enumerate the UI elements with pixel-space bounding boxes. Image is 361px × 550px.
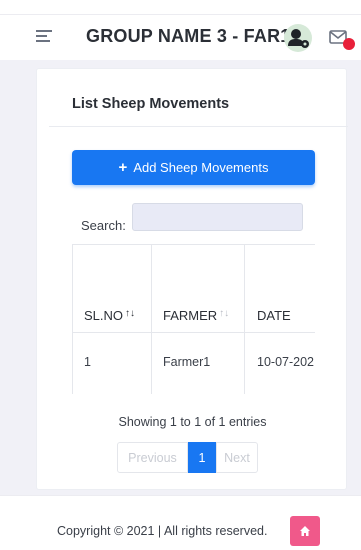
pagination: Previous 1 Next [117, 442, 258, 473]
search-label: Search: [81, 218, 126, 233]
table-cell: Farmer1 [163, 355, 211, 369]
column-header-farmer[interactable]: FARMER ↑↓ [163, 308, 229, 323]
sort-icon: ↑↓ [125, 308, 136, 319]
plus-icon: + [118, 159, 128, 176]
previous-button[interactable]: Previous [117, 442, 188, 473]
header-label: SL.NO [84, 308, 124, 323]
page-1-button[interactable]: 1 [188, 442, 216, 473]
user-settings-icon [288, 29, 309, 48]
pagination-info: Showing 1 to 1 of 1 entries [118, 415, 267, 429]
sheep-movements-card: List Sheep Movements + Add Sheep Movemen… [36, 68, 348, 490]
column-header-date[interactable]: DATE [257, 308, 291, 323]
header-label: FARMER [163, 308, 218, 323]
table-border [72, 332, 315, 333]
sort-icon: ↑↓ [219, 308, 230, 319]
card-title: List Sheep Movements [72, 96, 230, 112]
hamburger-menu-icon[interactable] [36, 30, 52, 44]
search-input[interactable] [132, 203, 303, 231]
next-button[interactable]: Next [216, 442, 258, 473]
divider [49, 126, 348, 127]
home-icon [300, 526, 310, 536]
top-navbar: GROUP NAME 3 - FAR1 [0, 14, 361, 60]
footer: Copyright © 2021 | All rights reserved. [0, 495, 361, 550]
add-sheep-movements-button[interactable]: + Add Sheep Movements [72, 150, 315, 185]
mail-notification-icon [329, 30, 355, 50]
group-title: GROUP NAME 3 - FAR1 [86, 26, 291, 46]
header-label: DATE [257, 308, 291, 323]
table-border [72, 245, 73, 394]
home-button[interactable] [290, 516, 320, 546]
mail-button[interactable] [328, 27, 361, 51]
movements-table: SL.NO ↑↓ FARMER ↑↓ DATE 1 Farmer1 10-07-20… [72, 244, 315, 394]
user-avatar-button[interactable] [284, 24, 312, 52]
column-header-slno[interactable]: SL.NO ↑↓ [84, 308, 135, 323]
table-cell: 10-07-202 [257, 355, 314, 369]
add-button-label: Add Sheep Movements [133, 160, 269, 175]
table-cell: 1 [84, 355, 91, 369]
table-border [244, 245, 245, 394]
copyright-text: Copyright © 2021 | All rights reserved. [57, 524, 268, 538]
table-border [151, 245, 152, 394]
